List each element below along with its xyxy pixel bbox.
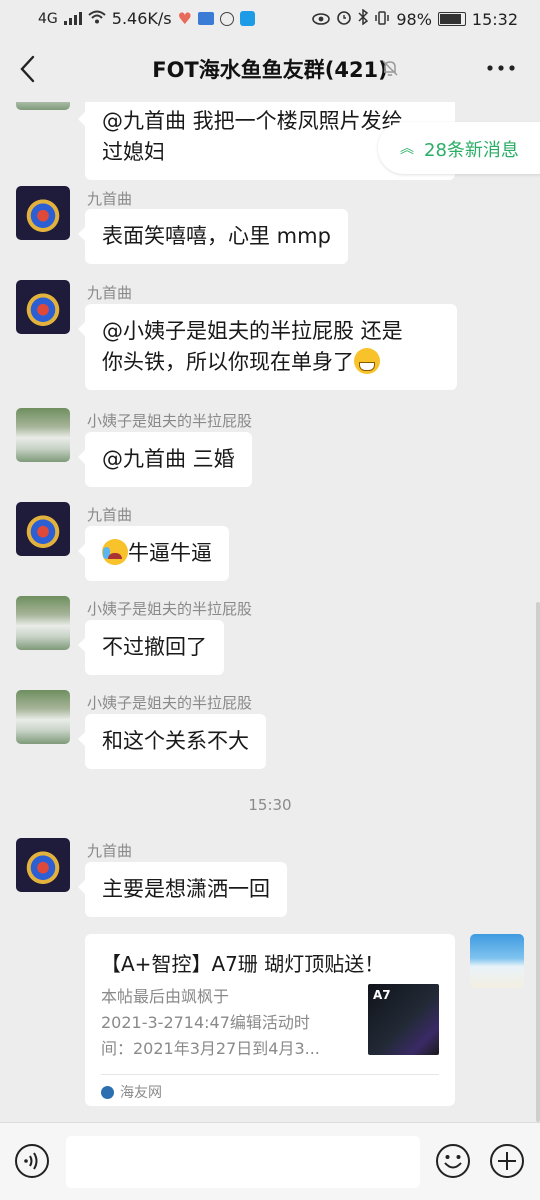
clock: 15:32 xyxy=(471,9,518,29)
chat-header: FOT海水鱼鱼友群(421) xyxy=(0,36,540,102)
circle-app-icon xyxy=(219,11,234,26)
wifi-icon xyxy=(88,9,106,28)
source-name: 海友网 xyxy=(120,1085,162,1101)
sender-name: 九首曲 xyxy=(87,506,133,524)
double-chevron-up-icon: ︽ xyxy=(400,141,414,157)
message-bubble[interactable]: 和这个关系不大 xyxy=(78,714,266,769)
link-card-desc-line: 间：2021年3月27日到4月3... xyxy=(101,1039,320,1058)
voice-button[interactable] xyxy=(14,1143,50,1179)
signal-icon xyxy=(63,12,82,25)
more-dots-icon xyxy=(487,65,515,71)
avatar[interactable] xyxy=(470,934,524,988)
avatar[interactable] xyxy=(16,502,70,556)
message-text: 牛逼牛逼 xyxy=(128,541,212,565)
sender-name: 小姨子是姐夫的半拉屁股 xyxy=(87,694,253,712)
battery-icon xyxy=(437,12,466,26)
vibrate-icon xyxy=(374,10,390,29)
message-line-2: 你头铁，所以你现在单身了 xyxy=(102,347,440,378)
avatar[interactable] xyxy=(16,596,70,650)
battery-percent: 98% xyxy=(396,9,432,29)
sender-name: 九首曲 xyxy=(87,284,133,302)
message-line-text: 你头铁，所以你现在单身了 xyxy=(102,350,354,374)
scrollbar[interactable] xyxy=(536,602,540,1122)
bluetooth-icon xyxy=(358,8,369,29)
more-button[interactable] xyxy=(484,56,518,80)
new-messages-label: 28条新消息 xyxy=(424,140,519,161)
status-right: 98% 15:32 xyxy=(312,8,518,29)
divider xyxy=(101,1074,439,1075)
laugh-cry-emoji-icon xyxy=(102,539,128,565)
avatar[interactable] xyxy=(16,102,70,110)
link-card-thumbnail: A7 xyxy=(368,984,439,1055)
message-list[interactable]: @九首曲 我把一个楼凤照片发给 过媳妇 九首曲 表面笑嘻嘻，心里 mmp 九首曲… xyxy=(0,102,540,1122)
link-card-title: 【A+智控】A7珊 瑚灯顶贴送！ xyxy=(101,952,385,976)
health-app-icon: ♥ xyxy=(177,9,192,28)
sender-name: 小姨子是姐夫的半拉屁股 xyxy=(87,600,253,618)
link-card[interactable]: 【A+智控】A7珊 瑚灯顶贴送！ 本帖最后由飒枫于 2021-3-2714:47… xyxy=(85,934,455,1106)
avatar[interactable] xyxy=(16,408,70,462)
emoji-button[interactable] xyxy=(435,1143,471,1179)
link-card-description: 本帖最后由飒枫于 2021-3-2714:47编辑活动时 间：2021年3月27… xyxy=(101,984,351,1062)
message-bubble[interactable]: 不过撤回了 xyxy=(78,620,224,675)
network-speed: 5.46K/s xyxy=(111,9,172,28)
plus-icon xyxy=(490,1144,524,1178)
message-input[interactable] xyxy=(66,1136,420,1188)
message-bubble[interactable]: @小姨子是姐夫的半拉屁股 还是 你头铁，所以你现在单身了 xyxy=(78,304,457,390)
avatar[interactable] xyxy=(16,690,70,744)
message-bubble[interactable]: 表面笑嘻嘻，心里 mmp xyxy=(78,209,348,264)
voice-icon xyxy=(15,1144,49,1178)
sender-name: 九首曲 xyxy=(87,190,133,208)
new-messages-button[interactable]: ︽ 28条新消息 xyxy=(378,122,540,174)
eye-icon xyxy=(312,10,331,29)
message-bubble[interactable]: 主要是想潇洒一回 xyxy=(78,862,287,917)
avatar[interactable] xyxy=(16,280,70,334)
input-bar xyxy=(0,1122,540,1200)
sender-name: 小姨子是姐夫的半拉屁股 xyxy=(87,412,253,430)
status-left: 4G 5.46K/s ♥ xyxy=(38,9,255,28)
timestamp: 15:30 xyxy=(248,796,292,814)
status-bar: 4G 5.46K/s ♥ 98% 15:32 xyxy=(0,0,540,36)
link-card-source: 海友网 xyxy=(101,1082,162,1102)
drop-app-icon xyxy=(239,11,255,26)
chat-title: FOT海水鱼鱼友群(421) xyxy=(152,58,388,82)
sender-name: 九首曲 xyxy=(87,842,133,860)
avatar[interactable] xyxy=(16,186,70,240)
message-line: @小姨子是姐夫的半拉屁股 还是 xyxy=(102,319,403,343)
message-bubble[interactable]: 牛逼牛逼 xyxy=(78,526,229,581)
link-card-desc-line: 2021-3-2714:47编辑活动时 xyxy=(101,1013,310,1032)
link-card-desc-line: 本帖最后由飒枫于 xyxy=(101,987,230,1006)
more-actions-button[interactable] xyxy=(489,1143,525,1179)
network-type: 4G xyxy=(38,10,58,27)
thumbnail-label: A7 xyxy=(373,988,391,1002)
message-bubble[interactable]: @九首曲 三婚 xyxy=(78,432,252,487)
alarm-icon xyxy=(336,9,352,29)
emoji-icon xyxy=(436,1144,470,1178)
notification-app-icon xyxy=(197,12,214,25)
bell-off-icon xyxy=(380,58,400,78)
avatar[interactable] xyxy=(16,838,70,892)
source-logo-icon xyxy=(101,1085,114,1099)
grin-emoji-icon xyxy=(354,348,380,374)
